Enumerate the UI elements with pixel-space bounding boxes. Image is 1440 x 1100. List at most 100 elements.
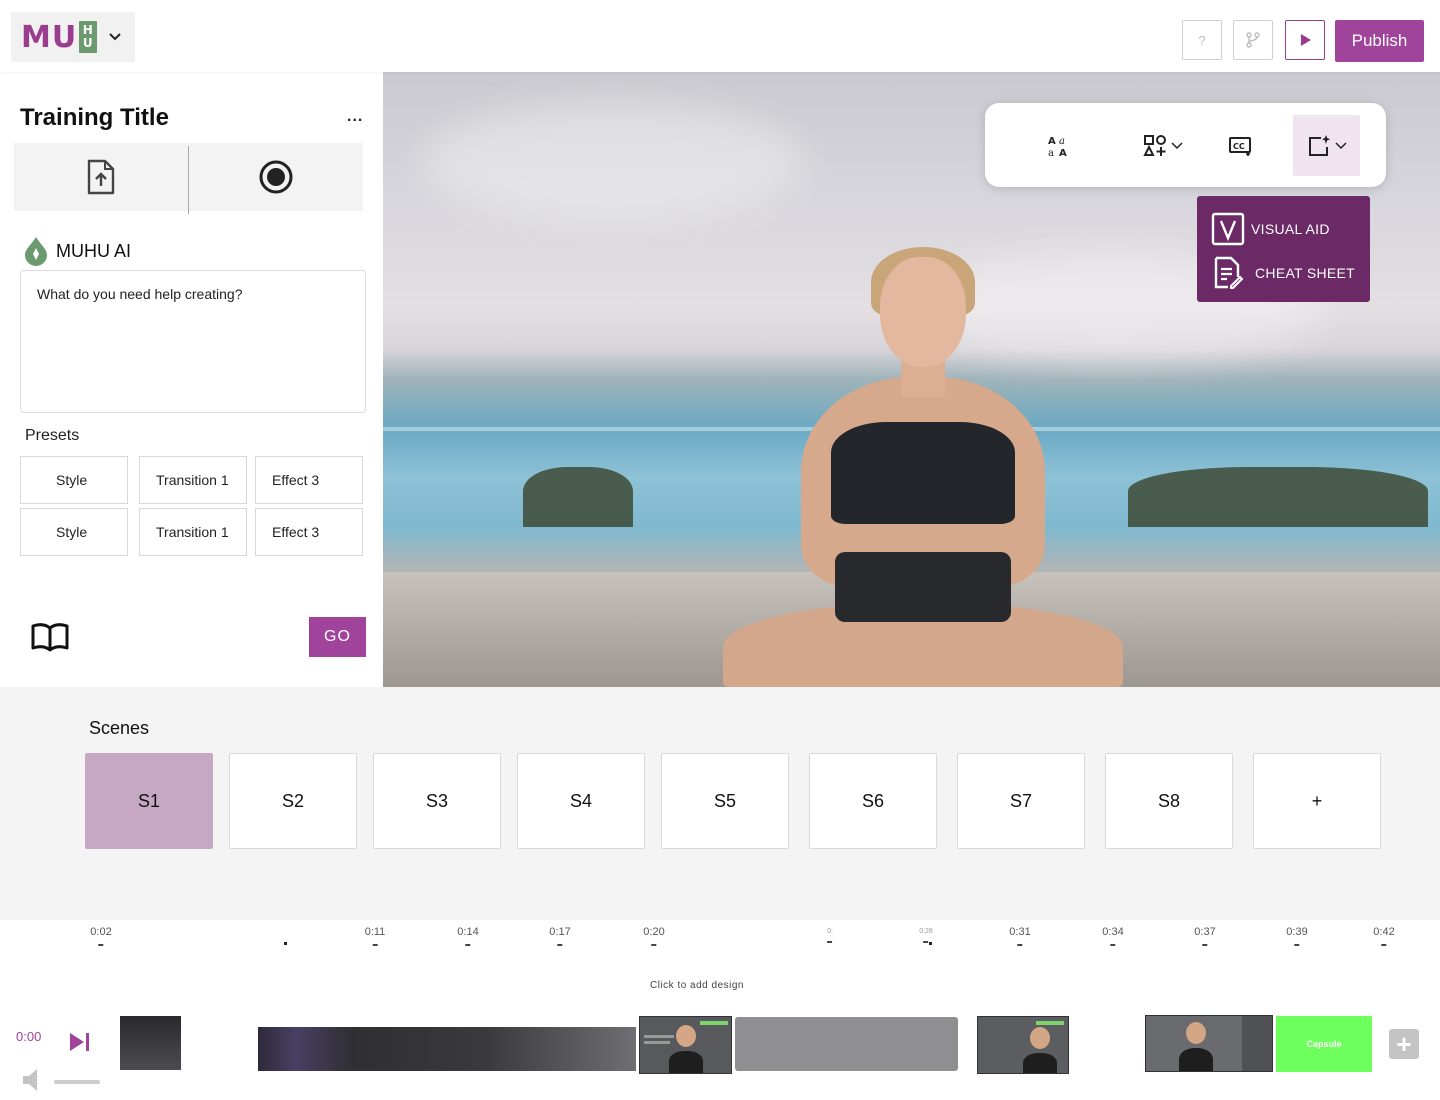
time-tick: 0:02: [90, 926, 111, 946]
text-translate-icon: A a a A: [1048, 136, 1067, 158]
preset-style[interactable]: Style: [20, 508, 128, 556]
clip-person-head: [1030, 1027, 1050, 1049]
tick-mark: [929, 942, 932, 945]
time-tick: 0:20: [643, 926, 664, 946]
time-tick: 0:42: [1373, 926, 1394, 946]
skip-forward-icon[interactable]: [68, 1031, 92, 1058]
capsule-clip[interactable]: Capsule: [1276, 1016, 1372, 1072]
video-toolbar: A a a A CC: [985, 103, 1386, 187]
shapes-icon: [1143, 134, 1166, 156]
scenes-panel: Scenes S1 S2 S3 S4 S5 S6 S7 S8 +: [0, 687, 1440, 920]
time-tick: 0:31: [1009, 926, 1030, 946]
publish-button[interactable]: Publish: [1335, 20, 1424, 62]
go-button[interactable]: GO: [309, 617, 366, 657]
record-button[interactable]: [189, 143, 363, 211]
scene-card[interactable]: S5: [661, 753, 789, 849]
preset-effect[interactable]: Effect 3: [255, 508, 363, 556]
shapes-button[interactable]: [1133, 115, 1193, 176]
chevron-down-icon: [109, 33, 121, 41]
upload-button[interactable]: [14, 143, 188, 211]
logo-badge-u: U: [82, 36, 94, 50]
scene-card[interactable]: S1: [85, 753, 213, 849]
more-options-button[interactable]: ...: [347, 108, 363, 126]
clip-person-head: [676, 1025, 696, 1047]
timeline-clip[interactable]: [977, 1016, 1069, 1074]
logo-badge: H U: [79, 21, 98, 53]
play-icon: [1301, 34, 1311, 46]
clip-person-head: [1186, 1022, 1206, 1044]
captions-button[interactable]: CC: [1225, 115, 1257, 176]
add-visual-dropdown: VISUAL AID CHEAT SHEET: [1197, 196, 1370, 302]
logo: MU H U: [21, 19, 98, 55]
timeline-clip[interactable]: [120, 1016, 181, 1070]
clip-person-body: [1023, 1053, 1057, 1073]
clip-text-line: [644, 1041, 670, 1044]
hedge: [523, 467, 633, 527]
time-tick: 0:14: [457, 926, 478, 946]
media-actions: [14, 143, 363, 214]
scene-card[interactable]: S4: [517, 753, 645, 849]
training-title[interactable]: Training Title: [20, 104, 169, 132]
ai-prompt-input[interactable]: What do you need help creating?: [20, 270, 366, 413]
timeline-clip[interactable]: [1145, 1015, 1273, 1072]
video-preview[interactable]: A a a A CC VISUAL AID CHEAT SHEET: [383, 72, 1440, 687]
preview-play-button[interactable]: [1285, 20, 1325, 60]
timeline-clip[interactable]: [258, 1027, 636, 1071]
svg-text:a: a: [1048, 148, 1054, 158]
add-clip-button[interactable]: +: [1389, 1029, 1419, 1059]
volume-icon[interactable]: [21, 1067, 47, 1098]
current-time: 0:00: [16, 1029, 42, 1044]
person-head: [880, 257, 966, 367]
time-tick: 0:37: [1194, 926, 1215, 946]
preset-style[interactable]: Style: [20, 456, 128, 504]
logo-text: MU: [21, 19, 78, 55]
clip-badge: [700, 1021, 728, 1025]
ai-prompt-placeholder: What do you need help creating?: [37, 286, 243, 302]
add-visual-icon: [1308, 134, 1330, 156]
person-shorts: [835, 552, 1011, 622]
scenes-label: Scenes: [89, 718, 150, 738]
time-tick: 0:11: [365, 926, 386, 946]
add-scene-button[interactable]: +: [1253, 753, 1381, 849]
time-tick: 0:: [827, 928, 833, 943]
muhu-ai-icon: [25, 237, 47, 266]
text-translate-button[interactable]: A a a A: [1040, 115, 1080, 176]
timeline-clip[interactable]: [639, 1016, 732, 1074]
person-top: [831, 422, 1015, 524]
add-visual-button[interactable]: [1293, 115, 1360, 176]
svg-text:A: A: [1059, 148, 1067, 158]
visual-aid-option[interactable]: VISUAL AID: [1211, 211, 1370, 247]
visual-aid-icon: [1211, 212, 1245, 246]
clip-person-body: [1179, 1048, 1213, 1071]
scene-card[interactable]: S8: [1105, 753, 1233, 849]
scene-card[interactable]: S6: [809, 753, 937, 849]
help-button[interactable]: ?: [1182, 20, 1222, 60]
add-design-track[interactable]: Click to add design: [650, 980, 744, 991]
preset-transition[interactable]: Transition 1: [139, 456, 247, 504]
timeline-clip[interactable]: [735, 1017, 958, 1071]
branch-icon: [1246, 32, 1260, 48]
cheat-sheet-option[interactable]: CHEAT SHEET: [1211, 255, 1370, 291]
captions-icon: CC: [1229, 136, 1251, 156]
time-tick: 0:28: [919, 928, 933, 943]
clip-text-line: [644, 1035, 674, 1038]
preset-effect[interactable]: Effect 3: [255, 456, 363, 504]
logo-menu[interactable]: MU H U: [11, 12, 135, 62]
ai-label: MUHU AI: [56, 240, 132, 261]
chevron-down-icon: [1171, 141, 1183, 149]
book-icon[interactable]: [31, 622, 69, 657]
volume-slider[interactable]: [54, 1080, 100, 1084]
help-icon: ?: [1198, 32, 1206, 48]
scene-card[interactable]: S3: [373, 753, 501, 849]
time-tick: 0:34: [1102, 926, 1123, 946]
scene-card[interactable]: S2: [229, 753, 357, 849]
time-tick: 0:17: [549, 926, 570, 946]
record-icon: [259, 160, 293, 194]
scene-card[interactable]: S7: [957, 753, 1085, 849]
svg-text:a: a: [1059, 136, 1065, 147]
preset-transition[interactable]: Transition 1: [139, 508, 247, 556]
hedge: [1128, 467, 1428, 527]
sky-cloud: [423, 102, 803, 222]
branch-button[interactable]: [1233, 20, 1273, 60]
tick-mark: [284, 942, 287, 945]
